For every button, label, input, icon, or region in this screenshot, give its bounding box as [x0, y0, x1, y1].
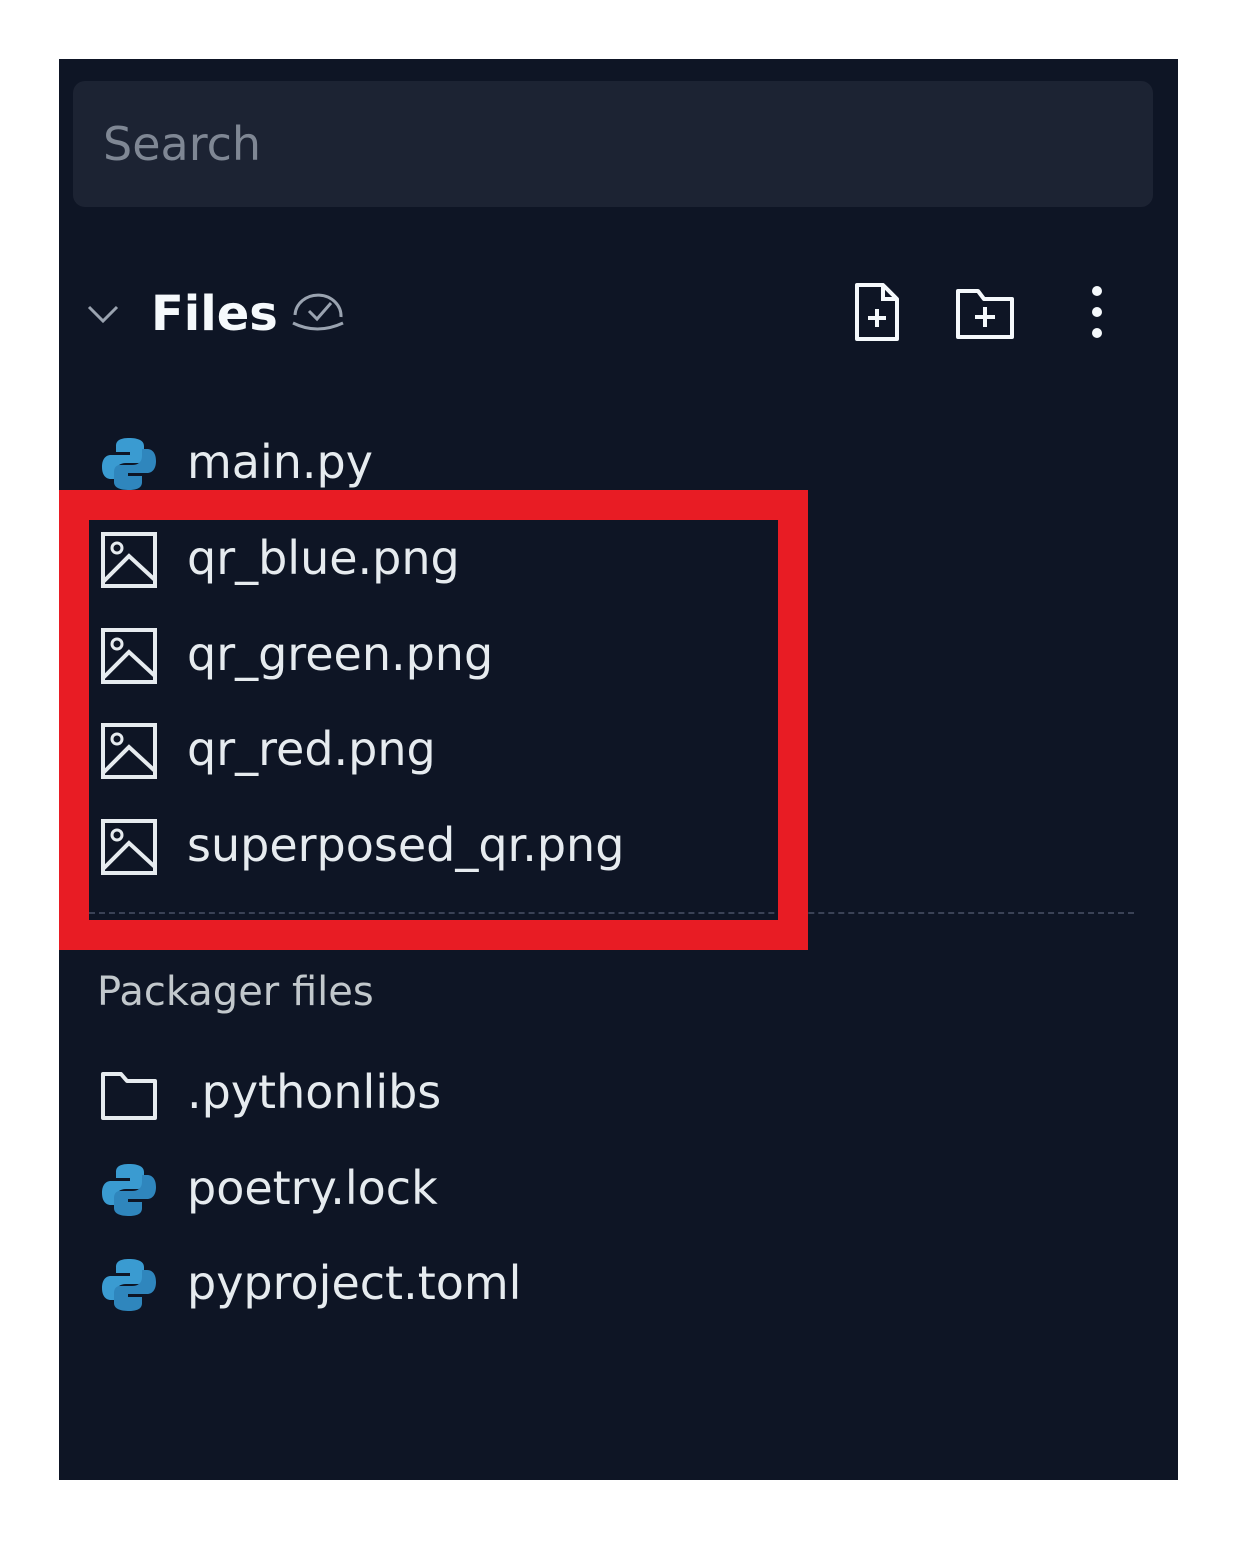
file-name: poetry.lock	[187, 1161, 438, 1215]
packager-files-label: Packager files	[97, 969, 374, 1015]
file-name: pyproject.toml	[187, 1256, 522, 1310]
more-options-icon[interactable]	[1067, 279, 1127, 345]
file-item-qr-green[interactable]: qr_green.png	[89, 611, 989, 697]
image-icon	[101, 628, 157, 684]
file-name: qr_blue.png	[187, 531, 460, 585]
file-name: superposed_qr.png	[187, 818, 625, 872]
files-section-header[interactable]: Files	[59, 269, 1178, 359]
files-section-title: Files	[151, 286, 278, 342]
sync-check-icon	[292, 293, 344, 331]
file-name: qr_red.png	[187, 722, 436, 776]
file-item-qr-red[interactable]: qr_red.png	[89, 706, 989, 792]
folder-item-pythonlibs[interactable]: .pythonlibs	[89, 1049, 989, 1135]
image-icon	[101, 532, 157, 588]
new-file-icon[interactable]	[843, 279, 909, 345]
python-icon	[102, 1259, 156, 1311]
section-divider	[89, 912, 1134, 914]
file-item-qr-blue[interactable]: qr_blue.png	[89, 515, 989, 601]
file-item-pyproject-toml[interactable]: pyproject.toml	[89, 1240, 989, 1326]
folder-name: .pythonlibs	[187, 1065, 442, 1119]
file-name: qr_green.png	[187, 627, 494, 681]
files-panel: Files main.py	[59, 59, 1178, 1480]
file-name: main.py	[187, 435, 373, 489]
python-icon	[102, 438, 156, 490]
image-icon	[101, 723, 157, 779]
file-item-main-py[interactable]: main.py	[89, 419, 989, 505]
python-icon	[102, 1164, 156, 1216]
chevron-down-icon[interactable]	[83, 299, 123, 329]
new-folder-icon[interactable]	[952, 279, 1018, 345]
file-item-superposed-qr[interactable]: superposed_qr.png	[89, 802, 989, 888]
image-icon	[101, 819, 157, 875]
file-item-poetry-lock[interactable]: poetry.lock	[89, 1145, 989, 1231]
folder-icon	[101, 1072, 157, 1120]
search-input[interactable]	[73, 81, 1153, 207]
